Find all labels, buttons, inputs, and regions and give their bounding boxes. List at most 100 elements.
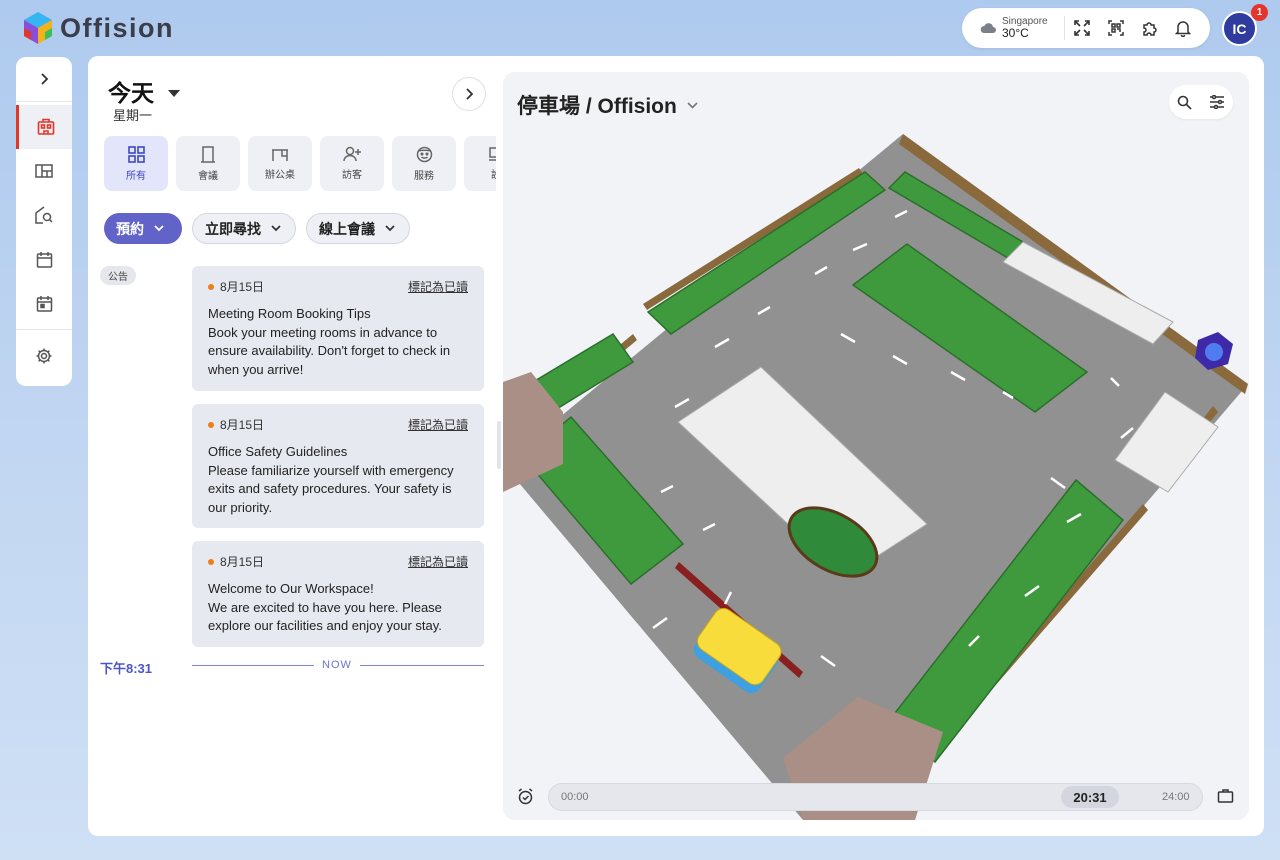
main-panel: 今天 星期一 所有 會議 辦公桌 訪客 服務 設 預約 (88, 56, 1264, 836)
briefcase-button[interactable] (1217, 788, 1234, 808)
chevron-right-icon (465, 88, 473, 100)
category-device[interactable]: 設 (464, 136, 496, 191)
grid-icon (127, 145, 145, 163)
online-meeting-button[interactable]: 線上會議 (306, 213, 410, 244)
find-now-label: 立即尋找 (205, 220, 261, 237)
timeline-thumb[interactable]: 20:31 (1061, 786, 1119, 808)
unread-dot (208, 283, 214, 290)
alarm-button[interactable] (517, 788, 534, 810)
chevron-down-icon (385, 225, 395, 232)
puzzle-icon (1143, 21, 1157, 36)
desk-icon (272, 148, 288, 161)
announcement-date: 8月15日 (220, 418, 265, 432)
top-toolbar: Singapore 30°C (962, 8, 1210, 48)
announcement-body: Please familiarize yourself with emergen… (208, 462, 454, 515)
parking-map-3d[interactable] (503, 72, 1249, 820)
timeline-end: 24:00 (1162, 791, 1190, 803)
notifications-button[interactable] (1166, 13, 1200, 43)
chevron-down-icon (154, 225, 164, 232)
map-panel: 停車場 / Offision 00:00 24:00 20:31 (503, 72, 1249, 820)
calendar-check-icon (36, 295, 52, 312)
alarm-clock-icon (518, 788, 533, 805)
rail-item-floorplan[interactable] (16, 149, 72, 193)
category-visitor[interactable]: 訪客 (320, 136, 384, 191)
collapse-panel-button[interactable] (452, 77, 486, 111)
weather-widget: Singapore 30°C (980, 16, 1066, 40)
mark-read-link[interactable]: 標記為已讀 (408, 278, 468, 295)
side-navigation (16, 57, 72, 386)
announcement-card[interactable]: 8月15日 標記為已讀 Welcome to Our Workspace! We… (192, 541, 484, 647)
announcement-card[interactable]: 8月15日 標記為已讀 Meeting Room Booking Tips Bo… (192, 266, 484, 391)
rail-item-settings[interactable] (16, 334, 72, 378)
book-label: 預約 (116, 220, 144, 237)
find-now-button[interactable]: 立即尋找 (192, 213, 296, 244)
mark-read-link[interactable]: 標記為已讀 (408, 553, 468, 570)
announcement-date: 8月15日 (220, 555, 265, 569)
chevron-right-icon (41, 73, 49, 85)
timeline-start: 00:00 (561, 791, 589, 803)
book-button[interactable]: 預約 (104, 213, 182, 244)
announcement-title: Meeting Room Booking Tips (208, 306, 371, 321)
calendar-icon (36, 251, 52, 268)
device-icon (488, 146, 496, 161)
category-label: 所有 (126, 170, 146, 182)
extensions-button[interactable] (1133, 13, 1167, 43)
day-title[interactable]: 今天 (108, 74, 154, 108)
map-title-text: 停車場 / Offision (517, 95, 677, 118)
unread-dot (208, 558, 214, 565)
category-label: 辦公桌 (265, 169, 295, 181)
floorplan-icon (35, 164, 53, 178)
rail-item-bookings[interactable] (16, 281, 72, 325)
unread-dot (208, 421, 214, 428)
category-label: 服務 (414, 170, 434, 182)
panel-resize-handle[interactable] (497, 421, 501, 469)
settings-icon (36, 348, 52, 364)
now-label: NOW (314, 659, 360, 671)
rail-item-workspace[interactable] (16, 105, 72, 149)
qr-scan-icon (1108, 20, 1124, 36)
rail-item-find[interactable] (16, 193, 72, 237)
cloud-icon (980, 23, 996, 33)
filter-sliders-icon[interactable] (1209, 95, 1225, 109)
search-icon[interactable] (1177, 95, 1192, 110)
rail-expand-button[interactable] (16, 57, 72, 101)
category-all[interactable]: 所有 (104, 136, 168, 191)
category-meeting[interactable]: 會議 (176, 136, 240, 191)
qr-scan-button[interactable] (1099, 13, 1133, 43)
chevron-down-icon (271, 225, 281, 232)
chevron-down-icon (687, 101, 698, 109)
door-icon (201, 145, 215, 163)
rail-divider (16, 329, 72, 330)
category-desk[interactable]: 辦公桌 (248, 136, 312, 191)
bell-icon (1175, 20, 1192, 37)
announcement-body: We are excited to have you here. Please … (208, 599, 442, 634)
time-slider[interactable]: 00:00 24:00 20:31 (548, 783, 1203, 811)
find-icon (35, 206, 53, 224)
building-icon (37, 118, 54, 135)
mark-read-link[interactable]: 標記為已讀 (408, 416, 468, 433)
day-dropdown-caret-icon[interactable] (168, 90, 180, 97)
logo-cube-icon (24, 12, 52, 44)
category-label: 設 (491, 166, 496, 181)
rail-item-calendar[interactable] (16, 237, 72, 281)
map-title[interactable]: 停車場 / Offision (517, 90, 698, 120)
announcement-title: Welcome to Our Workspace! (208, 581, 374, 596)
category-service[interactable]: 服務 (392, 136, 456, 191)
map-tools (1169, 85, 1233, 119)
brand-name: Offision (60, 12, 174, 43)
fullscreen-button[interactable] (1065, 13, 1099, 43)
fullscreen-icon (1074, 20, 1090, 36)
app-logo[interactable]: Offision (22, 10, 174, 46)
notification-badge: 1 (1251, 4, 1268, 21)
day-subtitle: 星期一 (113, 108, 153, 123)
visitor-icon (342, 146, 361, 162)
parking-lot-surface (503, 134, 1248, 820)
announcement-body: Book your meeting rooms in advance to en… (208, 324, 451, 377)
announcement-date: 8月15日 (220, 280, 265, 294)
briefcase-icon (1217, 789, 1234, 803)
service-icon (416, 146, 432, 162)
category-filter-row: 所有 會議 辦公桌 訪客 服務 設 (104, 136, 496, 191)
current-time: 下午8:31 (100, 661, 153, 676)
category-label: 會議 (198, 170, 218, 182)
announcement-card[interactable]: 8月15日 標記為已讀 Office Safety Guidelines Ple… (192, 404, 484, 528)
